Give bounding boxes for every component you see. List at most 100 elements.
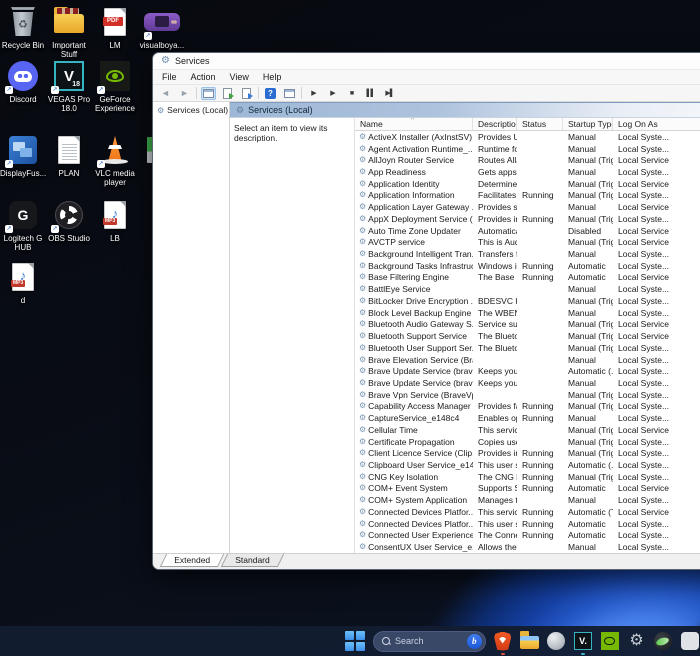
desktop-icon-recycle-bin[interactable]: ♻ Recycle Bin — [0, 4, 46, 50]
desktop-icon-obs[interactable]: ↗ OBS Studio — [46, 197, 92, 243]
service-gear-icon: ⚙ — [359, 424, 367, 434]
table-row[interactable]: ⚙ Brave Update Service (brave... Keeps yo… — [355, 377, 700, 389]
refresh-icon[interactable] — [220, 87, 235, 100]
menu-item[interactable]: Help — [263, 72, 282, 82]
console-node-icon: ⚙ — [236, 104, 245, 115]
shortcut-arrow-icon: ↗ — [51, 225, 59, 233]
table-row[interactable]: ⚙Base Filtering Engine The Base Fil... R… — [355, 272, 700, 284]
table-row[interactable]: ⚙ Bluetooth User Support Ser... The Bluet… — [355, 342, 700, 354]
taskbar-round-app[interactable] — [546, 630, 566, 652]
table-row[interactable]: ⚙ BattlEye Service Manual Local Syste... — [355, 283, 700, 295]
restart-service-icon[interactable]: ▶▌ — [382, 87, 397, 100]
show-console-tree-icon[interactable] — [201, 86, 216, 100]
table-row[interactable]: ⚙Application Identity Determines ... Man… — [355, 178, 700, 190]
table-row[interactable]: ⚙App Readiness Gets apps re... Manual Lo… — [355, 166, 700, 178]
start-service-icon[interactable]: ▶ — [306, 87, 321, 100]
table-row[interactable]: ⚙AllJoyn Router Service Routes AllJo... … — [355, 154, 700, 166]
table-row[interactable]: ⚙ActiveX Installer (AxInstSV) Provides U… — [355, 131, 700, 143]
desktop-icon-displayfusion[interactable]: ↗ DisplayFus... — [0, 132, 46, 178]
column-header-description[interactable]: Description — [473, 118, 517, 130]
table-row[interactable]: ⚙Bluetooth Support Service The Bluetoo..… — [355, 330, 700, 342]
taskbar-file-explorer[interactable] — [519, 630, 540, 652]
column-header-name[interactable]: Name ^ — [355, 118, 473, 130]
desktop-icon-lb[interactable]: ♪ MP3 LB — [92, 197, 138, 243]
desktop-icon-vlc[interactable]: ↗ VLC media player — [92, 132, 138, 187]
desktop-icon-discord[interactable]: ↗ Discord — [0, 58, 46, 104]
table-row[interactable]: ⚙Bluetooth Audio Gateway S... Service su… — [355, 319, 700, 331]
desktop-icon-logitech-ghub[interactable]: G ↗ Logitech G HUB — [0, 197, 46, 252]
start-button[interactable] — [344, 630, 366, 652]
column-header-log-on-as[interactable]: Log On As — [613, 118, 700, 130]
console-node-icon: ⚙ — [157, 105, 165, 115]
service-gear-icon: ⚙ — [359, 319, 367, 329]
column-header-status[interactable]: Status — [517, 118, 563, 130]
table-row[interactable]: ⚙ Brave Vpn Service (BraveVp... Manual (T… — [355, 389, 700, 401]
gameboy-advance-icon — [144, 13, 180, 31]
table-row[interactable]: ⚙ Connected Devices Platfor... This servi… — [355, 506, 700, 518]
taskbar-geforce[interactable] — [600, 630, 620, 652]
table-row[interactable]: ⚙ Client Licence Service (Clip... Provide… — [355, 447, 700, 459]
table-row[interactable]: ⚙Certificate Propagation Copies user ...… — [355, 436, 700, 448]
table-row[interactable]: ⚙CaptureService_e148c4 Enables opti... R… — [355, 412, 700, 424]
nvidia-icon — [600, 632, 619, 650]
service-gear-icon: ⚙ — [359, 225, 367, 235]
service-gear-icon: ⚙ — [359, 436, 367, 446]
taskbar-vegas-pro[interactable]: V. — [573, 630, 593, 655]
table-row[interactable]: ⚙BitLocker Drive Encryption ... BDESVC h… — [355, 295, 700, 307]
pause-service-icon[interactable]: ▌▌ — [363, 87, 378, 100]
forward-icon[interactable]: ► — [177, 87, 192, 100]
table-row[interactable]: ⚙ Connected Devices Platfor... This user … — [355, 518, 700, 530]
document-icon — [58, 136, 80, 164]
stop-service-icon[interactable]: ■ — [344, 87, 359, 100]
menu-item[interactable]: View — [230, 72, 249, 82]
table-row[interactable]: ⚙Cellular Time This service ... Manual (… — [355, 424, 700, 436]
taskbar: Search b V. ⚙ — [0, 626, 700, 656]
column-header-startup-type[interactable]: Startup Type — [563, 118, 613, 130]
desktop-icon-visualboyadvance[interactable]: ↗ visualboya... — [139, 4, 185, 50]
table-row[interactable]: ⚙ Application Layer Gateway ... Provides … — [355, 201, 700, 213]
resume-service-icon[interactable]: ▶ — [325, 87, 340, 100]
taskbar-brave[interactable] — [493, 630, 513, 655]
table-row[interactable]: ⚙COM+ Event System Supports Sy... Runnin… — [355, 483, 700, 495]
table-row[interactable]: ⚙ ConsentUX User Service_e1... Allows the… — [355, 541, 700, 553]
search-box[interactable]: Search b — [373, 630, 486, 652]
properties-icon[interactable] — [282, 87, 297, 100]
table-row[interactable]: ⚙COM+ System Application Manages th... M… — [355, 494, 700, 506]
taskbar-globe-app[interactable] — [653, 630, 673, 652]
desktop-icon-plan[interactable]: PLAN — [46, 132, 92, 178]
back-icon[interactable]: ◄ — [158, 87, 173, 100]
tab-standard[interactable]: Standard — [220, 554, 284, 567]
table-row[interactable]: ⚙Block Level Backup Engine ... The WBENG… — [355, 307, 700, 319]
shortcut-arrow-icon: ↗ — [5, 225, 13, 233]
table-header: Name ^ Description Status Startup Type Lo… — [355, 118, 700, 131]
table-row[interactable]: ⚙ Brave Elevation Service (Bra... Manual … — [355, 354, 700, 366]
service-gear-icon: ⚙ — [359, 237, 367, 247]
table-row[interactable]: ⚙Application Information Facilitates t..… — [355, 190, 700, 202]
table-row[interactable]: ⚙Clipboard User Service_e148... This use… — [355, 459, 700, 471]
help-icon[interactable]: ? — [263, 87, 278, 100]
table-row[interactable]: ⚙ Background Intelligent Tran... Transfer… — [355, 248, 700, 260]
desktop-icon-vegas-pro[interactable]: V 18 ↗ VEGAS Pro 18.0 — [46, 58, 92, 113]
desktop-icon-important-stuff[interactable]: Important Stuff — [46, 4, 92, 59]
table-row[interactable]: ⚙Agent Activation Runtime_... Runtime fo… — [355, 143, 700, 155]
export-list-icon[interactable] — [239, 87, 254, 100]
table-row[interactable]: ⚙CNG Key Isolation The CNG ke... Running… — [355, 471, 700, 483]
taskbar-settings[interactable]: ⚙ — [627, 630, 647, 652]
table-row[interactable]: ⚙AVCTP service This is Audi... Manual (T… — [355, 236, 700, 248]
desktop-icon-lm[interactable]: PDF LM — [92, 4, 138, 50]
table-row[interactable]: ⚙Auto Time Zone Updater Automatica... Di… — [355, 225, 700, 237]
table-row[interactable]: ⚙ AppX Deployment Service (... Provides i… — [355, 213, 700, 225]
menu-item[interactable]: Action — [191, 72, 216, 82]
window-titlebar[interactable]: ⚙ Services — [153, 53, 700, 70]
table-row[interactable]: ⚙ Capability Access Manager ... Provides … — [355, 401, 700, 413]
table-row[interactable]: ⚙Brave Update Service (brave) Keeps your… — [355, 365, 700, 377]
desktop-icon-d[interactable]: ♪ MP3 d — [0, 259, 46, 305]
desktop-icon-geforce[interactable]: ↗ GeForce Experience — [92, 58, 138, 113]
taskbar-partial-app[interactable] — [680, 630, 700, 652]
tab-extended[interactable]: Extended — [159, 554, 225, 567]
table-row[interactable]: ⚙ Background Tasks Infrastruc... Windows … — [355, 260, 700, 272]
menu-item[interactable]: File — [162, 72, 177, 82]
service-gear-icon: ⚙ — [359, 377, 367, 387]
table-row[interactable]: ⚙Connected User Experience... The Connec… — [355, 529, 700, 541]
tree-node-services-local[interactable]: ⚙ Services (Local) — [157, 105, 228, 115]
